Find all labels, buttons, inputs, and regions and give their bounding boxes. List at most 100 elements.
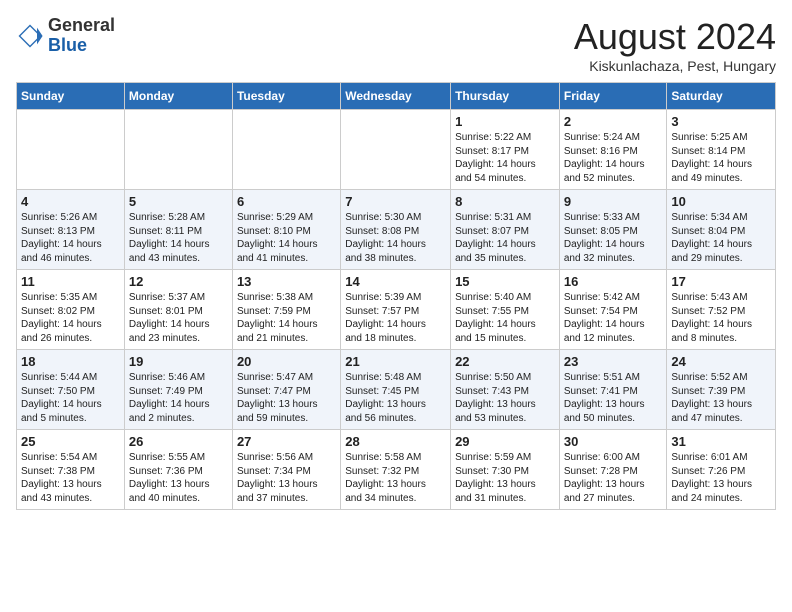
day-number: 3 (671, 114, 771, 129)
day-info: Sunrise: 5:51 AM Sunset: 7:41 PM Dayligh… (564, 371, 663, 425)
day-number: 9 (564, 194, 663, 209)
day-info: Sunrise: 5:31 AM Sunset: 8:07 PM Dayligh… (455, 211, 555, 265)
day-number: 18 (21, 354, 120, 369)
day-number: 26 (129, 434, 228, 449)
day-cell: 14 Sunrise: 5:39 AM Sunset: 7:57 PM Dayli… (341, 270, 451, 350)
day-cell: 24 Sunrise: 5:52 AM Sunset: 7:39 PM Dayli… (667, 350, 776, 430)
day-cell: 23 Sunrise: 5:51 AM Sunset: 7:41 PM Dayli… (559, 350, 667, 430)
day-number: 17 (671, 274, 771, 289)
page-header: General Blue August 2024 Kiskunlachaza, … (16, 16, 776, 74)
calendar-header: SundayMondayTuesdayWednesdayThursdayFrid… (17, 83, 776, 110)
day-number: 25 (21, 434, 120, 449)
day-info: Sunrise: 5:44 AM Sunset: 7:50 PM Dayligh… (21, 371, 120, 425)
day-info: Sunrise: 5:30 AM Sunset: 8:08 PM Dayligh… (345, 211, 446, 265)
day-info: Sunrise: 5:38 AM Sunset: 7:59 PM Dayligh… (237, 291, 336, 345)
day-info: Sunrise: 5:22 AM Sunset: 8:17 PM Dayligh… (455, 131, 555, 185)
month-title: August 2024 (574, 16, 776, 58)
day-cell: 21 Sunrise: 5:48 AM Sunset: 7:45 PM Dayli… (341, 350, 451, 430)
day-info: Sunrise: 5:24 AM Sunset: 8:16 PM Dayligh… (564, 131, 663, 185)
day-number: 15 (455, 274, 555, 289)
day-cell: 26 Sunrise: 5:55 AM Sunset: 7:36 PM Dayli… (124, 430, 232, 510)
title-block: August 2024 Kiskunlachaza, Pest, Hungary (574, 16, 776, 74)
day-cell: 13 Sunrise: 5:38 AM Sunset: 7:59 PM Dayli… (232, 270, 340, 350)
day-info: Sunrise: 5:28 AM Sunset: 8:11 PM Dayligh… (129, 211, 228, 265)
day-info: Sunrise: 5:33 AM Sunset: 8:05 PM Dayligh… (564, 211, 663, 265)
day-number: 31 (671, 434, 771, 449)
day-info: Sunrise: 6:00 AM Sunset: 7:28 PM Dayligh… (564, 451, 663, 505)
day-info: Sunrise: 5:46 AM Sunset: 7:49 PM Dayligh… (129, 371, 228, 425)
week-row-2: 4 Sunrise: 5:26 AM Sunset: 8:13 PM Daylig… (17, 190, 776, 270)
weekday-header-wednesday: Wednesday (341, 83, 451, 110)
day-info: Sunrise: 5:52 AM Sunset: 7:39 PM Dayligh… (671, 371, 771, 425)
day-cell: 29 Sunrise: 5:59 AM Sunset: 7:30 PM Dayli… (451, 430, 560, 510)
day-number: 21 (345, 354, 446, 369)
day-info: Sunrise: 5:55 AM Sunset: 7:36 PM Dayligh… (129, 451, 228, 505)
logo: General Blue (16, 16, 115, 56)
logo-blue: Blue (48, 35, 87, 55)
day-info: Sunrise: 6:01 AM Sunset: 7:26 PM Dayligh… (671, 451, 771, 505)
weekday-row: SundayMondayTuesdayWednesdayThursdayFrid… (17, 83, 776, 110)
day-cell: 6Sunrise: 5:29 AM Sunset: 8:10 PM Daylig… (232, 190, 340, 270)
day-cell: 5 Sunrise: 5:28 AM Sunset: 8:11 PM Daylig… (124, 190, 232, 270)
day-cell: 25 Sunrise: 5:54 AM Sunset: 7:38 PM Dayli… (17, 430, 125, 510)
day-number: 22 (455, 354, 555, 369)
day-number: 7 (345, 194, 446, 209)
day-info: Sunrise: 5:25 AM Sunset: 8:14 PM Dayligh… (671, 131, 771, 185)
day-number: 28 (345, 434, 446, 449)
day-number: 27 (237, 434, 336, 449)
day-number: 24 (671, 354, 771, 369)
week-row-1: 1 Sunrise: 5:22 AM Sunset: 8:17 PM Daylig… (17, 110, 776, 190)
location: Kiskunlachaza, Pest, Hungary (574, 58, 776, 74)
day-number: 14 (345, 274, 446, 289)
day-cell: 15Sunrise: 5:40 AM Sunset: 7:55 PM Dayli… (451, 270, 560, 350)
day-number: 29 (455, 434, 555, 449)
day-cell (17, 110, 125, 190)
day-info: Sunrise: 5:54 AM Sunset: 7:38 PM Dayligh… (21, 451, 120, 505)
day-cell: 17Sunrise: 5:43 AM Sunset: 7:52 PM Dayli… (667, 270, 776, 350)
day-cell: 28 Sunrise: 5:58 AM Sunset: 7:32 PM Dayli… (341, 430, 451, 510)
day-number: 13 (237, 274, 336, 289)
day-cell: 3 Sunrise: 5:25 AM Sunset: 8:14 PM Daylig… (667, 110, 776, 190)
day-number: 1 (455, 114, 555, 129)
weekday-header-thursday: Thursday (451, 83, 560, 110)
calendar-body: 1 Sunrise: 5:22 AM Sunset: 8:17 PM Daylig… (17, 110, 776, 510)
day-cell: 27 Sunrise: 5:56 AM Sunset: 7:34 PM Dayli… (232, 430, 340, 510)
day-number: 5 (129, 194, 228, 209)
day-number: 4 (21, 194, 120, 209)
day-cell: 30Sunrise: 6:00 AM Sunset: 7:28 PM Dayli… (559, 430, 667, 510)
day-cell (124, 110, 232, 190)
weekday-header-sunday: Sunday (17, 83, 125, 110)
day-number: 23 (564, 354, 663, 369)
day-cell: 1 Sunrise: 5:22 AM Sunset: 8:17 PM Daylig… (451, 110, 560, 190)
day-info: Sunrise: 5:58 AM Sunset: 7:32 PM Dayligh… (345, 451, 446, 505)
day-number: 20 (237, 354, 336, 369)
calendar-table: SundayMondayTuesdayWednesdayThursdayFrid… (16, 82, 776, 510)
day-info: Sunrise: 5:48 AM Sunset: 7:45 PM Dayligh… (345, 371, 446, 425)
day-cell: 2 Sunrise: 5:24 AM Sunset: 8:16 PM Daylig… (559, 110, 667, 190)
week-row-4: 18 Sunrise: 5:44 AM Sunset: 7:50 PM Dayli… (17, 350, 776, 430)
day-info: Sunrise: 5:56 AM Sunset: 7:34 PM Dayligh… (237, 451, 336, 505)
day-info: Sunrise: 5:29 AM Sunset: 8:10 PM Dayligh… (237, 211, 336, 265)
day-cell: 7 Sunrise: 5:30 AM Sunset: 8:08 PM Daylig… (341, 190, 451, 270)
day-info: Sunrise: 5:47 AM Sunset: 7:47 PM Dayligh… (237, 371, 336, 425)
day-number: 11 (21, 274, 120, 289)
logo-general: General (48, 15, 115, 35)
day-cell: 8 Sunrise: 5:31 AM Sunset: 8:07 PM Daylig… (451, 190, 560, 270)
day-cell: 19 Sunrise: 5:46 AM Sunset: 7:49 PM Dayli… (124, 350, 232, 430)
day-cell: 22 Sunrise: 5:50 AM Sunset: 7:43 PM Dayli… (451, 350, 560, 430)
day-cell: 18 Sunrise: 5:44 AM Sunset: 7:50 PM Dayli… (17, 350, 125, 430)
day-info: Sunrise: 5:50 AM Sunset: 7:43 PM Dayligh… (455, 371, 555, 425)
day-info: Sunrise: 5:59 AM Sunset: 7:30 PM Dayligh… (455, 451, 555, 505)
day-cell (232, 110, 340, 190)
day-number: 19 (129, 354, 228, 369)
day-number: 16 (564, 274, 663, 289)
weekday-header-tuesday: Tuesday (232, 83, 340, 110)
day-cell: 4 Sunrise: 5:26 AM Sunset: 8:13 PM Daylig… (17, 190, 125, 270)
day-number: 2 (564, 114, 663, 129)
day-number: 8 (455, 194, 555, 209)
day-cell: 9 Sunrise: 5:33 AM Sunset: 8:05 PM Daylig… (559, 190, 667, 270)
week-row-5: 25 Sunrise: 5:54 AM Sunset: 7:38 PM Dayli… (17, 430, 776, 510)
day-info: Sunrise: 5:34 AM Sunset: 8:04 PM Dayligh… (671, 211, 771, 265)
day-info: Sunrise: 5:39 AM Sunset: 7:57 PM Dayligh… (345, 291, 446, 345)
day-info: Sunrise: 5:26 AM Sunset: 8:13 PM Dayligh… (21, 211, 120, 265)
